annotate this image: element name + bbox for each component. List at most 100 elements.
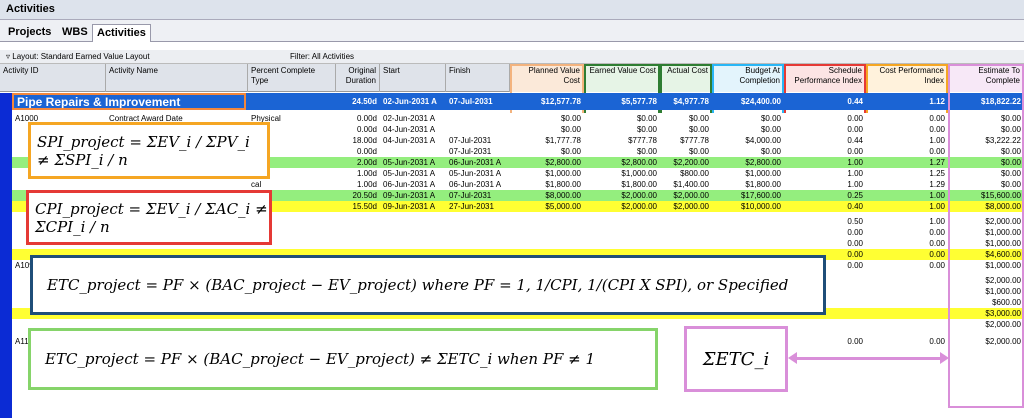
spi-formula-text: SPI_project = ΣEV_i / ΣPV_i ≠ ΣSPI_i / n [37,132,250,169]
cell-pv: $8,000.00 [545,191,581,200]
cell-ev: $0.00 [636,125,657,134]
cell-start: 09-Jun-2031 A [383,202,436,211]
cell-ev: $2,000.00 [621,191,657,200]
cell-start: 09-Jun-2031 A [383,191,436,200]
cell-cpi: 1.00 [929,136,945,145]
etc-column-highlight [948,64,1024,408]
etc-formula-sum: ETC_project = PF × (BAC_project − EV_pro… [28,328,658,390]
cell-finish: 06-Jun-2031 A [449,180,502,189]
spi-formula: SPI_project = ΣEV_i / ΣPV_i ≠ ΣSPI_i / n [28,122,270,179]
cell-cpi: 1.00 [929,191,945,200]
cell-cpi: 0.00 [929,114,945,123]
cell-spi: 0.44 [847,136,863,145]
cell-bac: $4,000.00 [745,136,781,145]
cell-pv: $2,800.00 [545,158,581,167]
cell-start: 04-Jun-2031 A [383,136,436,145]
cell-bac: $2,800.00 [745,158,781,167]
wbs-ev: $5,577.78 [621,97,657,106]
tab-wbs[interactable]: WBS [58,24,92,42]
cell-cpi: 1.00 [929,217,945,226]
cell-cpi: 1.25 [929,169,945,178]
cell-spi: 0.25 [847,191,863,200]
cell-ac: $0.00 [688,147,709,156]
tab-activities[interactable]: Activities [92,24,151,42]
cell-dur: 2.00d [356,158,377,167]
cell-cpi: 0.00 [929,147,945,156]
cell-bac: $10,000.00 [740,202,781,211]
cell-spi: 0.00 [847,114,863,123]
cell-ev: $0.00 [636,147,657,156]
cell-start: 05-Jun-2031 A [383,158,436,167]
etc-arrow-left-head [788,352,797,364]
cell-ev: $2,000.00 [621,202,657,211]
cell-spi: 0.00 [847,228,863,237]
wbs-cpi: 1.12 [929,97,945,106]
cell-bac: $17,600.00 [740,191,781,200]
cell-bac: $1,000.00 [745,169,781,178]
cell-pv: $0.00 [560,147,581,156]
wbs-bac: $24,400.00 [740,97,781,106]
tab-projects[interactable]: Projects [4,24,55,42]
wbs-finish: 07-Jul-2031 [449,97,493,106]
cell-spi: 0.40 [847,202,863,211]
cell-finish [446,124,510,135]
cell-start: 04-Jun-2031 A [383,125,436,134]
cell-dur: 1.00d [356,180,377,189]
cell-pv: $1,777.78 [545,136,581,145]
cell-pv: $0.00 [560,114,581,123]
cell-cpi: 1.29 [929,180,945,189]
cell-cpi: 0.00 [929,125,945,134]
cell-spi: 0.00 [847,147,863,156]
cell-start: 06-Jun-2031 A [383,180,436,189]
col-activity-name[interactable]: Activity Name [106,64,248,92]
cell-spi: 0.00 [847,337,863,346]
etc-formula-pf-text: ETC_project = PF × (BAC_project − EV_pro… [47,276,789,294]
cell-ac: $2,000.00 [673,191,709,200]
cell-name [106,179,248,190]
cell-ev: $0.00 [636,114,657,123]
cell-ac: $777.78 [680,136,709,145]
cell-spi: 0.50 [847,217,863,226]
cell-start: 05-Jun-2031 A [383,169,436,178]
layout-bar: ▿ Layout: Standard Earned Value Layout F… [0,50,1024,64]
cell-pv: $0.00 [560,125,581,134]
cell-pv: $5,000.00 [545,202,581,211]
cell-spi: 0.00 [847,239,863,248]
cell-dur: 1.00d [356,169,377,178]
cell-ev: $1,000.00 [621,169,657,178]
cell-pv: $1,000.00 [545,169,581,178]
col-original-duration[interactable]: Original Duration [336,64,380,92]
cell-cpi: 1.00 [929,202,945,211]
layout-label: Layout: Standard Earned Value Layout [12,52,150,61]
col-percent-complete-type[interactable]: Percent Complete Type [248,64,336,92]
cell-start: 02-Jun-2031 A [383,114,436,123]
col-activity-id[interactable]: Activity ID [0,64,106,92]
cell-dur: 18.00d [352,136,377,145]
etc-sum-box: ΣETC_i [684,326,788,392]
cpi-formula: CPI_project = ΣEV_i / ΣAC_i ≠ ΣCPI_i / n [26,190,272,245]
wbs-pv: $12,577.78 [540,97,581,106]
cell-ac: $2,200.00 [673,158,709,167]
cell-ac: $800.00 [680,169,709,178]
col-finish[interactable]: Finish [446,64,510,92]
cell-spi: 1.00 [847,169,863,178]
layout-dropdown[interactable]: ▿ Layout: Standard Earned Value Layout [6,52,150,61]
filter-label[interactable]: Filter: All Activities [290,52,354,61]
activity-row[interactable]: cal 1.00d 06-Jun-2031 A 06-Jun-2031 A $1,800… [0,179,1024,190]
cell-ev: $777.78 [628,136,657,145]
cell-pv: $1,800.00 [545,180,581,189]
cell-finish: 07-Jul-2031 [449,191,492,200]
etc-sum-text: ΣETC_i [702,348,770,370]
cell-pct: cal [251,180,262,189]
cell-bac: $0.00 [760,147,781,156]
cell-spi: 0.00 [847,125,863,134]
col-start[interactable]: Start [380,64,446,92]
cell-start [380,146,446,157]
cell-cpi: 0.00 [929,228,945,237]
etc-arrow-right-head [940,352,949,364]
cell-ac: $0.00 [688,114,709,123]
cell-dur: 15.50d [352,202,377,211]
wbs-duration: 24.50d [352,97,377,106]
wbs-ac: $4,977.78 [673,97,709,106]
cell-ev: $2,800.00 [621,158,657,167]
